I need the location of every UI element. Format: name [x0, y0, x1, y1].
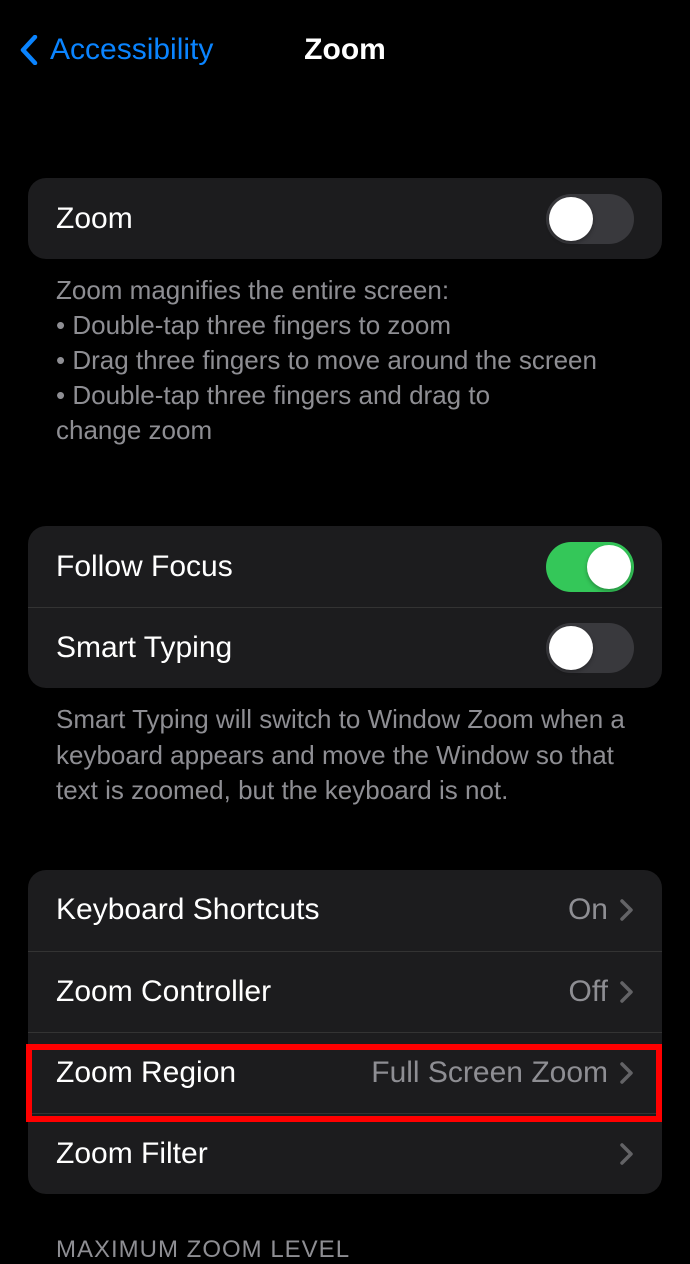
smart-typing-toggle[interactable] [546, 623, 634, 673]
row-label: Zoom Filter [56, 1137, 208, 1171]
toggle-knob [549, 626, 593, 670]
follow-focus-toggle[interactable] [546, 542, 634, 592]
chevron-right-icon [620, 1143, 634, 1165]
row-label: Follow Focus [56, 550, 233, 584]
row-label: Zoom Region [56, 1056, 236, 1090]
chevron-left-icon [20, 35, 38, 65]
zoom-toggle[interactable] [546, 194, 634, 244]
row-keyboard-shortcuts[interactable]: Keyboard Shortcuts On [28, 870, 662, 951]
row-zoom-region[interactable]: Zoom Region Full Screen Zoom [28, 1032, 662, 1113]
group2-footer: Smart Typing will switch to Window Zoom … [28, 702, 662, 807]
row-label: Keyboard Shortcuts [56, 893, 319, 927]
footer-bullet: Double-tap three fingers to zoom [56, 308, 634, 343]
footer-bullet: Drag three fingers to move around the sc… [56, 343, 634, 378]
group-options: Keyboard Shortcuts On Zoom Controller Of… [28, 870, 662, 1194]
footer-heading: Zoom magnifies the entire screen: [56, 273, 634, 308]
toggle-knob [587, 545, 631, 589]
row-zoom-filter[interactable]: Zoom Filter [28, 1113, 662, 1194]
row-value: Off [569, 975, 608, 1009]
row-smart-typing[interactable]: Smart Typing [28, 607, 662, 688]
back-label: Accessibility [50, 33, 213, 67]
toggle-knob [549, 197, 593, 241]
footer-trailing: change zoom [56, 413, 634, 448]
row-value: On [568, 893, 608, 927]
row-zoom-controller[interactable]: Zoom Controller Off [28, 951, 662, 1032]
row-value: Full Screen Zoom [371, 1056, 608, 1090]
back-button[interactable]: Accessibility [20, 33, 213, 67]
group1-footer: Zoom magnifies the entire screen: Double… [28, 273, 662, 448]
row-label: Zoom [56, 202, 133, 236]
chevron-right-icon [620, 981, 634, 1003]
chevron-right-icon [620, 899, 634, 921]
row-zoom[interactable]: Zoom [28, 178, 662, 259]
row-label: Zoom Controller [56, 975, 271, 1009]
group-zoom-toggle: Zoom [28, 178, 662, 259]
page-title: Zoom [304, 33, 386, 67]
section-header-max-zoom: MAXIMUM ZOOM LEVEL [28, 1236, 662, 1264]
navbar: Accessibility Zoom [0, 0, 690, 100]
row-follow-focus[interactable]: Follow Focus [28, 526, 662, 607]
chevron-right-icon [620, 1062, 634, 1084]
group-focus: Follow Focus Smart Typing [28, 526, 662, 688]
row-label: Smart Typing [56, 631, 232, 665]
footer-bullet: Double-tap three fingers and drag to [56, 378, 634, 413]
